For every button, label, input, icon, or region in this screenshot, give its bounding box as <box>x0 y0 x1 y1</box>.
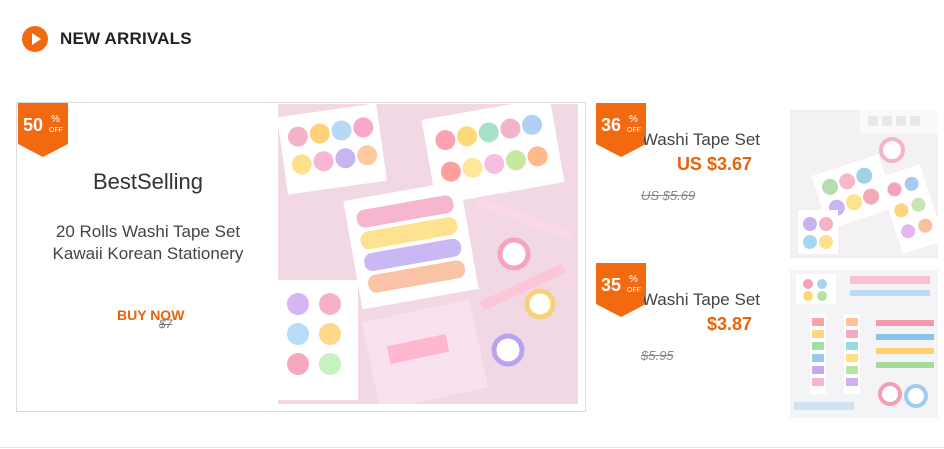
discount-off: OFF <box>627 127 641 134</box>
section-title: NEW ARRIVALS <box>60 29 192 48</box>
product-image[interactable] <box>790 110 938 258</box>
product-item[interactable]: 36 % OFF Washi Tape Set US $3.67 US $5.6… <box>594 102 944 258</box>
discount-value: 36 <box>601 115 622 135</box>
product-name[interactable]: Washi Tape Set <box>644 290 760 310</box>
product-old-price: $5.95 <box>641 348 674 363</box>
product-name[interactable]: Washi Tape Set <box>644 130 760 150</box>
featured-card[interactable]: 50 % OFF BestSelling 20 Rolls Washi Tape… <box>16 102 586 412</box>
discount-off: OFF <box>627 287 641 294</box>
product-name-clip: Washi Tape Set <box>644 262 760 322</box>
bottom-divider <box>0 447 944 448</box>
featured-description: 20 Rolls Washi Tape Set Kawaii Korean St… <box>17 221 279 265</box>
product-item[interactable]: 35 % OFF Washi Tape Set $3.87 $5.95 <box>594 262 944 418</box>
product-name-clip: Washi Tape Set <box>644 102 760 162</box>
play-icon[interactable] <box>22 26 48 52</box>
buy-now-button[interactable]: BUY NOW <box>117 307 184 323</box>
discount-badge: 50 % OFF <box>18 103 68 157</box>
discount-value: 50 <box>23 115 44 135</box>
discount-badge: 35 % OFF <box>596 263 646 317</box>
discount-value: 35 <box>601 275 622 295</box>
featured-description-line2: Kawaii Korean Stationery <box>52 244 244 263</box>
discount-percent: % <box>51 114 60 125</box>
featured-product-image[interactable] <box>278 104 578 404</box>
discount-off: OFF <box>49 127 63 134</box>
discount-percent: % <box>629 114 638 125</box>
featured-title: BestSelling <box>92 169 204 194</box>
discount-badge: 36 % OFF <box>596 103 646 157</box>
product-old-price: US $5.69 <box>641 188 696 203</box>
product-image[interactable] <box>790 270 938 418</box>
featured-description-line1: 20 Rolls Washi Tape Set <box>55 222 241 241</box>
discount-percent: % <box>629 274 638 285</box>
product-price: US $3.67 <box>676 154 752 174</box>
product-price: $3.87 <box>706 314 752 334</box>
section-header: NEW ARRIVALS <box>22 26 192 52</box>
